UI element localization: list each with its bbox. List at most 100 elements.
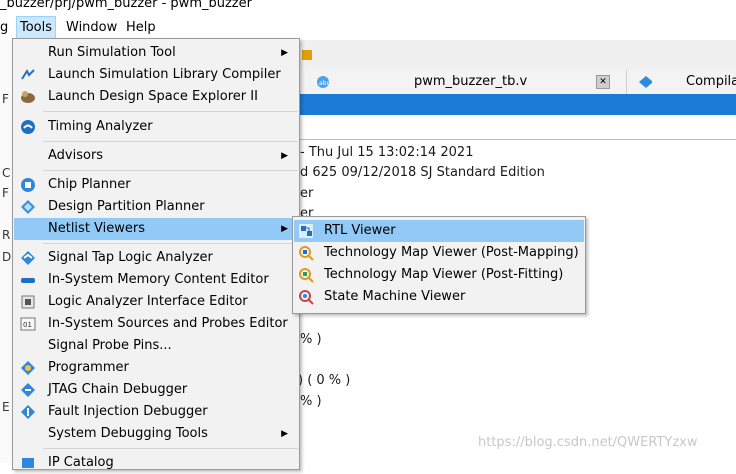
report-line: ) ( 0 % )	[298, 373, 351, 388]
submenu-arrow-icon: ▶	[281, 48, 288, 58]
menu-item-label: State Machine Viewer	[324, 289, 466, 304]
menu-tech-map-viewer-post-fitting[interactable]: Technology Map Viewer (Post-Fitting)	[294, 264, 584, 286]
menu-jtag-chain-debugger[interactable]: JTAG Chain Debugger	[14, 379, 298, 401]
tab-compilation[interactable]: Compilat	[686, 70, 736, 94]
menu-programmer[interactable]: Programmer	[14, 357, 298, 379]
menu-run-simulation-tool[interactable]: Run Simulation Tool ▶	[14, 42, 298, 64]
menu-state-machine-viewer[interactable]: State Machine Viewer	[294, 286, 584, 308]
menu-ip-catalog[interactable]: IP Catalog	[14, 452, 298, 474]
menu-launch-dse[interactable]: Launch Design Space Explorer II	[14, 86, 298, 108]
menu-item-label: Launch Design Space Explorer II	[48, 89, 258, 104]
menu-system-debugging-tools[interactable]: System Debugging Tools ▶	[14, 423, 298, 445]
watermark-text: https://blog.csdn.net/QWERTYzxw	[478, 435, 698, 450]
report-line: % )	[300, 332, 322, 347]
menu-item-window[interactable]: Window	[66, 20, 117, 36]
menu-item-label: Programmer	[48, 360, 129, 375]
left-char: E	[2, 400, 10, 414]
menu-chip-planner[interactable]: Chip Planner	[14, 174, 298, 196]
signal-tap-icon	[21, 251, 35, 265]
menu-item-label: Launch Simulation Library Compiler	[48, 67, 281, 82]
report-line: d 625 09/12/2018 SJ Standard Edition	[300, 165, 545, 180]
left-char: R	[2, 228, 11, 242]
menu-separator	[43, 111, 298, 112]
submenu-arrow-icon: ▶	[281, 429, 288, 439]
submenu-arrow-icon: ▶	[281, 224, 288, 234]
menu-bar: g Tools Window Help	[0, 16, 736, 40]
state-machine-icon	[299, 290, 314, 305]
report-line: - Thu Jul 15 13:02:14 2021	[300, 145, 474, 160]
menu-item-tools[interactable]: Tools	[16, 16, 57, 40]
menu-sources-probes-editor[interactable]: 01 In-System Sources and Probes Editor	[14, 313, 298, 335]
tech-map-fit-icon	[299, 268, 314, 283]
main-toolbar	[298, 40, 736, 71]
sources-probes-icon: 01	[20, 317, 36, 331]
menu-signal-probe-pins[interactable]: Signal Probe Pins...	[14, 335, 298, 357]
submenu-arrow-icon: ▶	[281, 151, 288, 161]
menu-item-label: Netlist Viewers	[48, 221, 146, 236]
menu-in-system-memory-editor[interactable]: In-System Memory Content Editor	[14, 269, 298, 291]
menu-item-label: Chip Planner	[48, 177, 131, 192]
memory-editor-icon	[21, 278, 35, 283]
rtl-viewer-icon	[299, 224, 313, 238]
tab-separator	[626, 70, 627, 94]
svg-text:01: 01	[23, 321, 32, 329]
left-char: F	[2, 92, 9, 106]
menu-signal-tap[interactable]: Signal Tap Logic Analyzer	[14, 247, 298, 269]
tab-close-icon[interactable]: ✕	[596, 75, 610, 89]
menu-logic-analyzer-interface-editor[interactable]: Logic Analyzer Interface Editor	[14, 291, 298, 313]
menu-separator	[43, 170, 298, 171]
menu-separator	[43, 243, 298, 244]
menu-item-label: Fault Injection Debugger	[48, 404, 208, 419]
menu-item-label: Technology Map Viewer (Post-Fitting)	[324, 267, 564, 282]
svg-text:abc: abc	[319, 80, 330, 87]
menu-rtl-viewer[interactable]: RTL Viewer	[294, 220, 584, 242]
menu-item-processing[interactable]: g	[0, 20, 8, 36]
dse-icon	[21, 91, 35, 103]
menu-item-label: Run Simulation Tool	[48, 45, 176, 60]
left-panel-strip: F C F R D E	[0, 40, 12, 463]
tech-map-icon	[299, 246, 314, 261]
chip-planner-icon	[21, 178, 35, 192]
menu-launch-sim-library-compiler[interactable]: Launch Simulation Library Compiler	[14, 64, 298, 86]
menu-design-partition-planner[interactable]: Design Partition Planner	[14, 196, 298, 218]
menu-item-label: IP Catalog	[48, 455, 114, 470]
tab-pwm-buzzer-tb[interactable]: pwm_buzzer_tb.v	[414, 70, 527, 94]
menu-netlist-viewers[interactable]: Netlist Viewers ▶	[14, 218, 298, 240]
left-char: C	[2, 166, 11, 180]
menu-item-tools-label: Tools	[20, 20, 53, 35]
editor-tabs: abc pwm_buzzer_tb.v ✕ Compilat	[298, 70, 736, 95]
menu-separator	[43, 141, 298, 142]
menu-item-label: Design Partition Planner	[48, 199, 205, 214]
partition-planner-icon	[21, 200, 35, 214]
menu-item-label: In-System Memory Content Editor	[48, 272, 269, 287]
report-line: er	[300, 186, 314, 201]
compilation-icon	[639, 76, 652, 88]
toolbar-tool-icon[interactable]	[300, 48, 314, 62]
menu-item-help[interactable]: Help	[126, 20, 156, 36]
lai-editor-icon	[21, 295, 35, 309]
menu-item-label: Signal Probe Pins...	[48, 338, 172, 353]
programmer-icon	[21, 361, 35, 375]
menu-item-label: Signal Tap Logic Analyzer	[48, 250, 213, 265]
fault-injection-icon	[21, 405, 35, 419]
timing-analyzer-icon	[21, 120, 35, 134]
menu-fault-injection-debugger[interactable]: Fault Injection Debugger	[14, 401, 298, 423]
menu-item-label: System Debugging Tools	[48, 426, 208, 441]
menu-item-label: Logic Analyzer Interface Editor	[48, 294, 248, 309]
menu-item-label: Advisors	[48, 148, 104, 163]
ip-catalog-icon	[22, 458, 34, 468]
menu-advisors[interactable]: Advisors ▶	[14, 145, 298, 167]
report-filter-strip	[298, 115, 736, 140]
jtag-icon	[21, 383, 35, 397]
report-header-bar	[298, 94, 736, 115]
window-title: _buzzer/prj/pwm_buzzer - pwm_buzzer	[0, 0, 736, 16]
menu-tech-map-viewer-post-mapping[interactable]: Technology Map Viewer (Post-Mapping)	[294, 242, 584, 264]
left-char: D	[2, 250, 12, 264]
menu-item-label: In-System Sources and Probes Editor	[48, 316, 288, 331]
report-line: % )	[300, 394, 322, 409]
menu-item-label: Timing Analyzer	[48, 119, 153, 134]
netlist-viewers-submenu: RTL Viewer Technology Map Viewer (Post-M…	[292, 216, 586, 314]
left-char: F	[2, 186, 9, 200]
menu-item-label: RTL Viewer	[324, 223, 396, 238]
menu-timing-analyzer[interactable]: Timing Analyzer	[14, 116, 298, 138]
